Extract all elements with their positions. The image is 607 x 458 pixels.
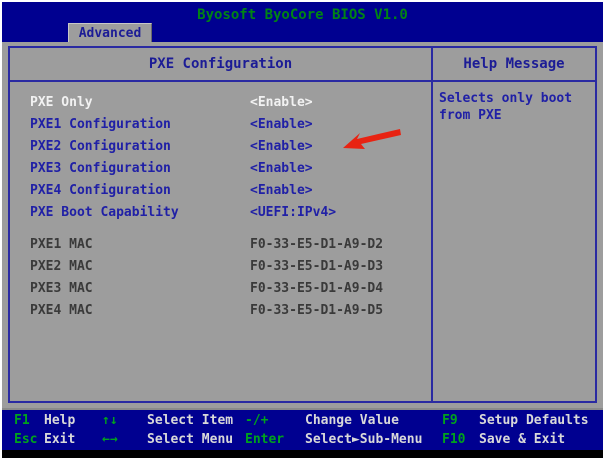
- info-label: PXE1 MAC: [30, 234, 93, 256]
- bios-screenshot: Byosoft ByoCore BIOS V1.0 Advanced PXE C…: [0, 0, 607, 458]
- menu-item-value[interactable]: <Enable>: [250, 114, 313, 136]
- menu-item-label: PXE Boot Capability: [30, 202, 179, 224]
- info-value: F0-33-E5-D1-A9-D3: [250, 256, 383, 278]
- key-f10: F10: [442, 432, 465, 447]
- menu-item-list: PXE Only <Enable> PXE1 Configuration <En…: [10, 92, 431, 224]
- key-updown-label: Select Item: [147, 413, 233, 428]
- info-row-pxe1-mac: PXE1 MAC F0-33-E5-D1-A9-D2: [10, 234, 431, 256]
- key-f9-label: Setup Defaults: [479, 413, 589, 428]
- key-minus-plus-label: Change Value: [305, 413, 399, 428]
- key-f10-label: Save & Exit: [479, 432, 565, 447]
- help-panel: Help Message Selects only boot from PXE: [433, 48, 595, 401]
- key-hint-row: Esc Exit ←→ Select Menu Enter Select►Sub…: [2, 432, 603, 448]
- key-esc: Esc: [14, 432, 37, 447]
- tab-advanced[interactable]: Advanced: [68, 23, 152, 43]
- key-hint-bar: F1 Help ↑↓ Select Item -/+ Change Value …: [2, 408, 603, 452]
- key-enter-label: Select►Sub-Menu: [305, 432, 422, 447]
- menu-item-value[interactable]: <Enable>: [250, 180, 313, 202]
- mouse-cursor-red-arrow-icon[interactable]: [342, 128, 402, 152]
- help-message-text: Selects only boot from PXE: [433, 82, 595, 124]
- key-f1-label: Help: [44, 413, 75, 428]
- menu-item-label: PXE3 Configuration: [30, 158, 171, 180]
- key-minus-plus: -/+: [245, 413, 268, 428]
- menu-item-value[interactable]: <UEFI:IPv4>: [250, 202, 336, 224]
- bios-version-title: Byosoft ByoCore BIOS V1.0: [2, 7, 603, 23]
- menu-item-value[interactable]: <Enable>: [250, 158, 313, 180]
- pxe-configuration-panel: PXE Configuration PXE Only <Enable> PXE1…: [10, 48, 433, 401]
- key-hint-row: F1 Help ↑↓ Select Item -/+ Change Value …: [2, 413, 603, 429]
- panel-title: PXE Configuration: [10, 48, 431, 82]
- menu-item-pxe-only[interactable]: PXE Only <Enable>: [10, 92, 431, 114]
- info-row-pxe2-mac: PXE2 MAC F0-33-E5-D1-A9-D3: [10, 256, 431, 278]
- menu-item-label: PXE Only: [30, 92, 93, 114]
- key-leftright-label: Select Menu: [147, 432, 233, 447]
- info-row-pxe3-mac: PXE3 MAC F0-33-E5-D1-A9-D4: [10, 278, 431, 300]
- info-label: PXE3 MAC: [30, 278, 93, 300]
- settings-panel: PXE Configuration PXE Only <Enable> PXE1…: [8, 46, 597, 403]
- screen-bottom-edge: [2, 450, 603, 458]
- mac-address-list: PXE1 MAC F0-33-E5-D1-A9-D2 PXE2 MAC F0-3…: [10, 234, 431, 322]
- menu-item-pxe3-configuration[interactable]: PXE3 Configuration <Enable>: [10, 158, 431, 180]
- menu-item-label: PXE4 Configuration: [30, 180, 171, 202]
- main-area: PXE Configuration PXE Only <Enable> PXE1…: [2, 42, 603, 408]
- info-row-pxe4-mac: PXE4 MAC F0-33-E5-D1-A9-D5: [10, 300, 431, 322]
- menu-item-value[interactable]: <Enable>: [250, 136, 313, 158]
- key-esc-label: Exit: [44, 432, 75, 447]
- key-f9: F9: [442, 413, 458, 428]
- key-leftright-icon: ←→: [102, 432, 118, 447]
- menu-item-label: PXE2 Configuration: [30, 136, 171, 158]
- menu-item-label: PXE1 Configuration: [30, 114, 171, 136]
- menu-item-pxe-boot-capability[interactable]: PXE Boot Capability <UEFI:IPv4>: [10, 202, 431, 224]
- info-label: PXE2 MAC: [30, 256, 93, 278]
- title-bar: Byosoft ByoCore BIOS V1.0 Advanced: [2, 2, 603, 42]
- info-value: F0-33-E5-D1-A9-D2: [250, 234, 383, 256]
- help-panel-title: Help Message: [433, 48, 595, 82]
- info-value: F0-33-E5-D1-A9-D4: [250, 278, 383, 300]
- key-f1: F1: [14, 413, 30, 428]
- menu-item-value[interactable]: <Enable>: [250, 92, 313, 114]
- info-value: F0-33-E5-D1-A9-D5: [250, 300, 383, 322]
- bios-screen: Byosoft ByoCore BIOS V1.0 Advanced PXE C…: [2, 2, 603, 458]
- menu-item-pxe4-configuration[interactable]: PXE4 Configuration <Enable>: [10, 180, 431, 202]
- key-updown-icon: ↑↓: [102, 413, 118, 428]
- info-label: PXE4 MAC: [30, 300, 93, 322]
- key-enter: Enter: [245, 432, 284, 447]
